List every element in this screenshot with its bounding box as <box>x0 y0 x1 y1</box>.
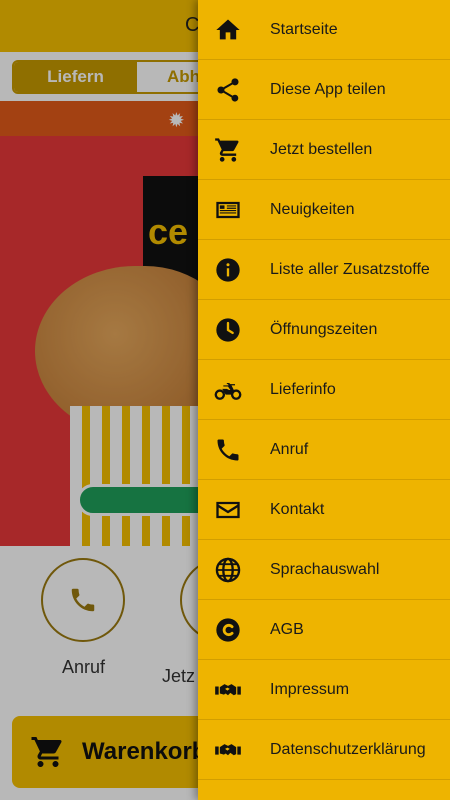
menu-item-order-now[interactable]: Jetzt bestellen <box>198 120 450 180</box>
menu-item-imprint[interactable]: Impressum <box>198 660 450 720</box>
newspaper-icon <box>212 194 244 226</box>
menu-item-label: Impressum <box>270 680 350 698</box>
menu-item-label: Jetzt bestellen <box>270 140 373 158</box>
menu-item-label: Neuigkeiten <box>270 200 355 218</box>
copyright-icon <box>212 614 244 646</box>
menu-item-terms[interactable]: AGB <box>198 600 450 660</box>
navigation-drawer: Startseite Diese App teilen Jetzt bestel… <box>198 0 450 800</box>
menu-item-label: Öffnungszeiten <box>270 320 378 338</box>
clock-icon <box>212 314 244 346</box>
home-icon <box>212 14 244 46</box>
info-icon <box>212 254 244 286</box>
menu-item-label: AGB <box>270 620 304 638</box>
menu-item-label: Anruf <box>270 440 309 458</box>
handshake-icon <box>212 674 244 706</box>
menu-item-language[interactable]: Sprachauswahl <box>198 540 450 600</box>
menu-item-label: Kontakt <box>270 500 325 518</box>
menu-item-news[interactable]: Neuigkeiten <box>198 180 450 240</box>
menu-item-label: Startseite <box>270 20 338 38</box>
envelope-icon <box>212 494 244 526</box>
share-icon <box>212 74 244 106</box>
menu-item-opening-hours[interactable]: Öffnungszeiten <box>198 300 450 360</box>
menu-item-contact[interactable]: Kontakt <box>198 480 450 540</box>
menu-item-privacy[interactable]: Datenschutzerklärung <box>198 720 450 780</box>
motorcycle-icon <box>212 374 244 406</box>
menu-item-additives[interactable]: Liste aller Zusatzstoffe <box>198 240 450 300</box>
menu-item-label: Sprachauswahl <box>270 560 380 578</box>
menu-item-startseite[interactable]: Startseite <box>198 0 450 60</box>
phone-icon <box>212 434 244 466</box>
menu-item-share[interactable]: Diese App teilen <box>198 60 450 120</box>
menu-item-label: Lieferinfo <box>270 380 336 398</box>
menu-item-label: Diese App teilen <box>270 80 386 98</box>
menu-item-delivery-info[interactable]: Lieferinfo <box>198 360 450 420</box>
menu-item-label: Liste aller Zusatzstoffe <box>270 260 430 278</box>
globe-icon <box>212 554 244 586</box>
menu-item-call[interactable]: Anruf <box>198 420 450 480</box>
cart-icon <box>212 134 244 166</box>
menu-item-label: Datenschutzerklärung <box>270 740 426 758</box>
handshake-icon <box>212 734 244 766</box>
